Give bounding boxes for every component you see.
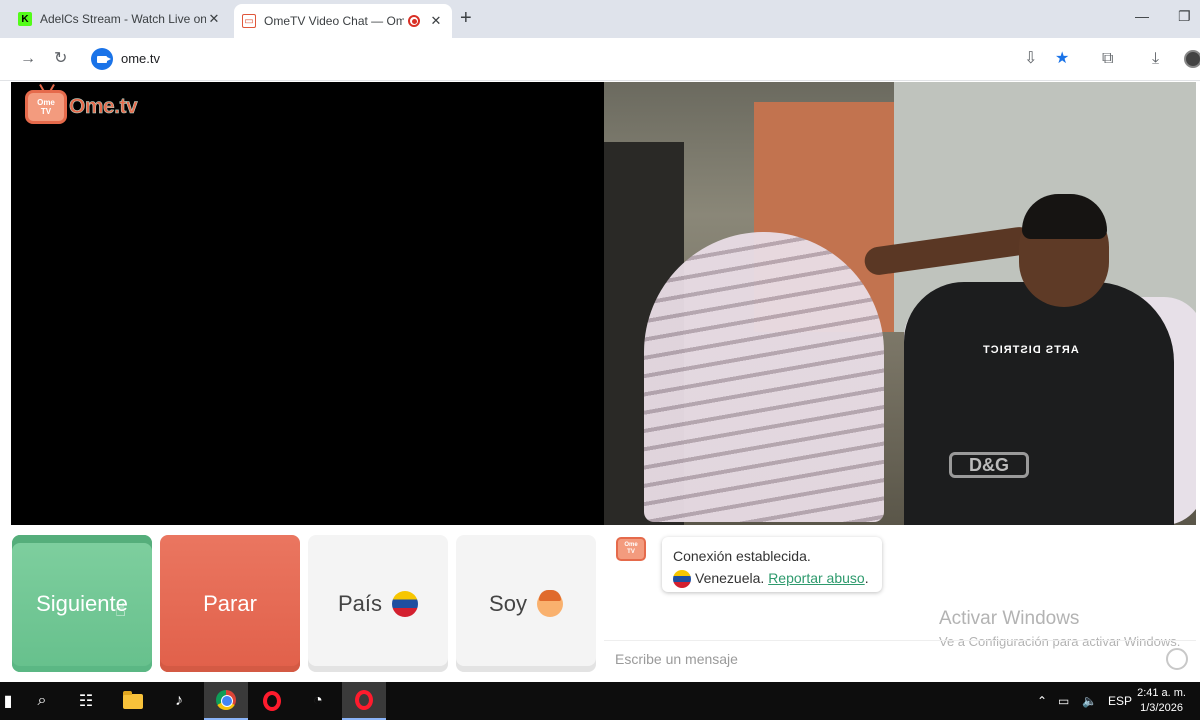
network-icon[interactable]: ▭	[1058, 682, 1069, 720]
site-info-icon[interactable]	[91, 48, 113, 70]
local-video: Ome TV Ome.tv	[11, 82, 604, 525]
video-person	[904, 282, 1174, 525]
task-view-icon[interactable]: ☷	[64, 682, 108, 720]
address-bar[interactable]: ome.tv	[121, 51, 160, 66]
chat-panel: Ome TV Conexión establecida. Venezuela. …	[604, 525, 1196, 675]
kick-icon: K	[18, 12, 32, 26]
tv-logo-icon: Ome TV	[25, 90, 67, 124]
clock-time: 2:41 a. m.	[1137, 687, 1186, 699]
video-chair	[644, 232, 884, 522]
reload-icon[interactable]: ↻	[54, 49, 67, 69]
profile-avatar[interactable]	[1184, 50, 1200, 68]
ometv-icon: ▭	[242, 14, 256, 28]
tab-adelcs-stream[interactable]: K AdelCs Stream - Watch Live on ✕	[10, 4, 230, 34]
windows-taskbar: ▮ ⌕ ☷ ♪ ◔ ⌃ ▭ 🔈 ESP 2:41 a. m. 1/3/2026	[0, 682, 1200, 720]
report-abuse-link[interactable]: Reportar abuso	[768, 570, 865, 586]
country-button-label: País	[337, 590, 383, 616]
opera-gx-icon[interactable]	[342, 682, 386, 720]
tiktok-icon[interactable]: ♪	[157, 682, 201, 720]
tray-chevron-icon[interactable]: ⌃	[1037, 682, 1047, 720]
message-input[interactable]: Escribe un mensaje	[604, 640, 1196, 675]
minimize-button[interactable]: —	[1135, 8, 1149, 24]
remote-video: ARTS DISTRICT D&G	[604, 82, 1196, 525]
ometv-logo: Ome TV Ome.tv	[25, 90, 138, 124]
browser-tab-strip: K AdelCs Stream - Watch Live on ✕ ▭ OmeT…	[0, 0, 1200, 38]
logo-badge-top: Ome	[37, 98, 55, 107]
avatar-top-text: Ome	[624, 542, 638, 548]
restore-button[interactable]: ❐	[1178, 8, 1191, 25]
belt-buckle: D&G	[949, 452, 1029, 478]
bookmark-star-icon[interactable]: ★	[1055, 49, 1069, 69]
install-app-icon[interactable]: ⇩	[1024, 49, 1037, 69]
chrome-icon[interactable]	[204, 682, 248, 720]
download-icon[interactable]: ⤓	[1152, 49, 1159, 69]
tab-title: OmeTV Video Chat — Ome	[264, 14, 404, 28]
clock-date: 1/3/2026	[1140, 702, 1183, 714]
browser-toolbar: → ↻ ome.tv ⇩ ★ ⧉ ⤓	[0, 38, 1200, 81]
new-tab-button[interactable]: +	[460, 8, 472, 28]
ometv-page: Ome TV Ome.tv ARTS DISTRICT D&G Siguient…	[0, 82, 1200, 682]
close-tab-icon[interactable]: ✕	[206, 11, 222, 27]
shirt-print: ARTS DISTRICT	[982, 344, 1079, 356]
message-placeholder: Escribe un mensaje	[615, 651, 738, 667]
system-clock[interactable]: 2:41 a. m. 1/3/2026	[1137, 686, 1186, 716]
venezuela-flag-icon	[392, 590, 419, 617]
language-indicator[interactable]: ESP	[1108, 682, 1132, 720]
ometv-avatar-icon: Ome TV	[616, 537, 646, 561]
logo-badge-bottom: TV	[40, 107, 52, 116]
partner-country: Venezuela.	[695, 570, 765, 586]
country-line: Venezuela. Reportar abuso.	[673, 567, 871, 589]
stop-button-label: Parar	[203, 590, 257, 616]
watermark-title: Activar Windows	[939, 608, 1080, 629]
emoji-icon[interactable]	[1166, 648, 1188, 670]
forward-icon[interactable]: →	[20, 49, 36, 69]
stop-button[interactable]: Parar	[160, 535, 300, 672]
connection-status: Conexión establecida.	[673, 548, 811, 564]
next-button[interactable]: Siguiente	[12, 535, 152, 672]
system-message: Conexión establecida. Venezuela. Reporta…	[662, 537, 882, 592]
recorder-icon[interactable]: ◔	[296, 682, 340, 720]
country-button[interactable]: País	[308, 535, 448, 672]
gender-button[interactable]: Soy	[456, 535, 596, 672]
recording-icon	[408, 15, 420, 27]
gender-button-label: Soy	[489, 590, 527, 616]
tab-ometv[interactable]: ▭ OmeTV Video Chat — Ome ✕	[234, 4, 452, 38]
avatar-bottom-text: TV	[627, 549, 635, 555]
boy-icon	[536, 589, 563, 617]
extensions-icon[interactable]: ⧉	[1102, 49, 1113, 69]
close-tab-icon[interactable]: ✕	[428, 13, 444, 29]
search-icon[interactable]: ⌕	[20, 682, 64, 720]
file-explorer-icon[interactable]	[111, 682, 155, 720]
tab-title: AdelCs Stream - Watch Live on	[40, 12, 206, 26]
hand-cursor-icon: ☝	[115, 600, 126, 620]
logo-text: Ome.tv	[69, 95, 138, 119]
opera-icon[interactable]	[250, 682, 294, 720]
volume-icon[interactable]: 🔈	[1082, 682, 1097, 720]
venezuela-flag-icon	[673, 570, 691, 589]
report-suffix: .	[864, 570, 869, 586]
